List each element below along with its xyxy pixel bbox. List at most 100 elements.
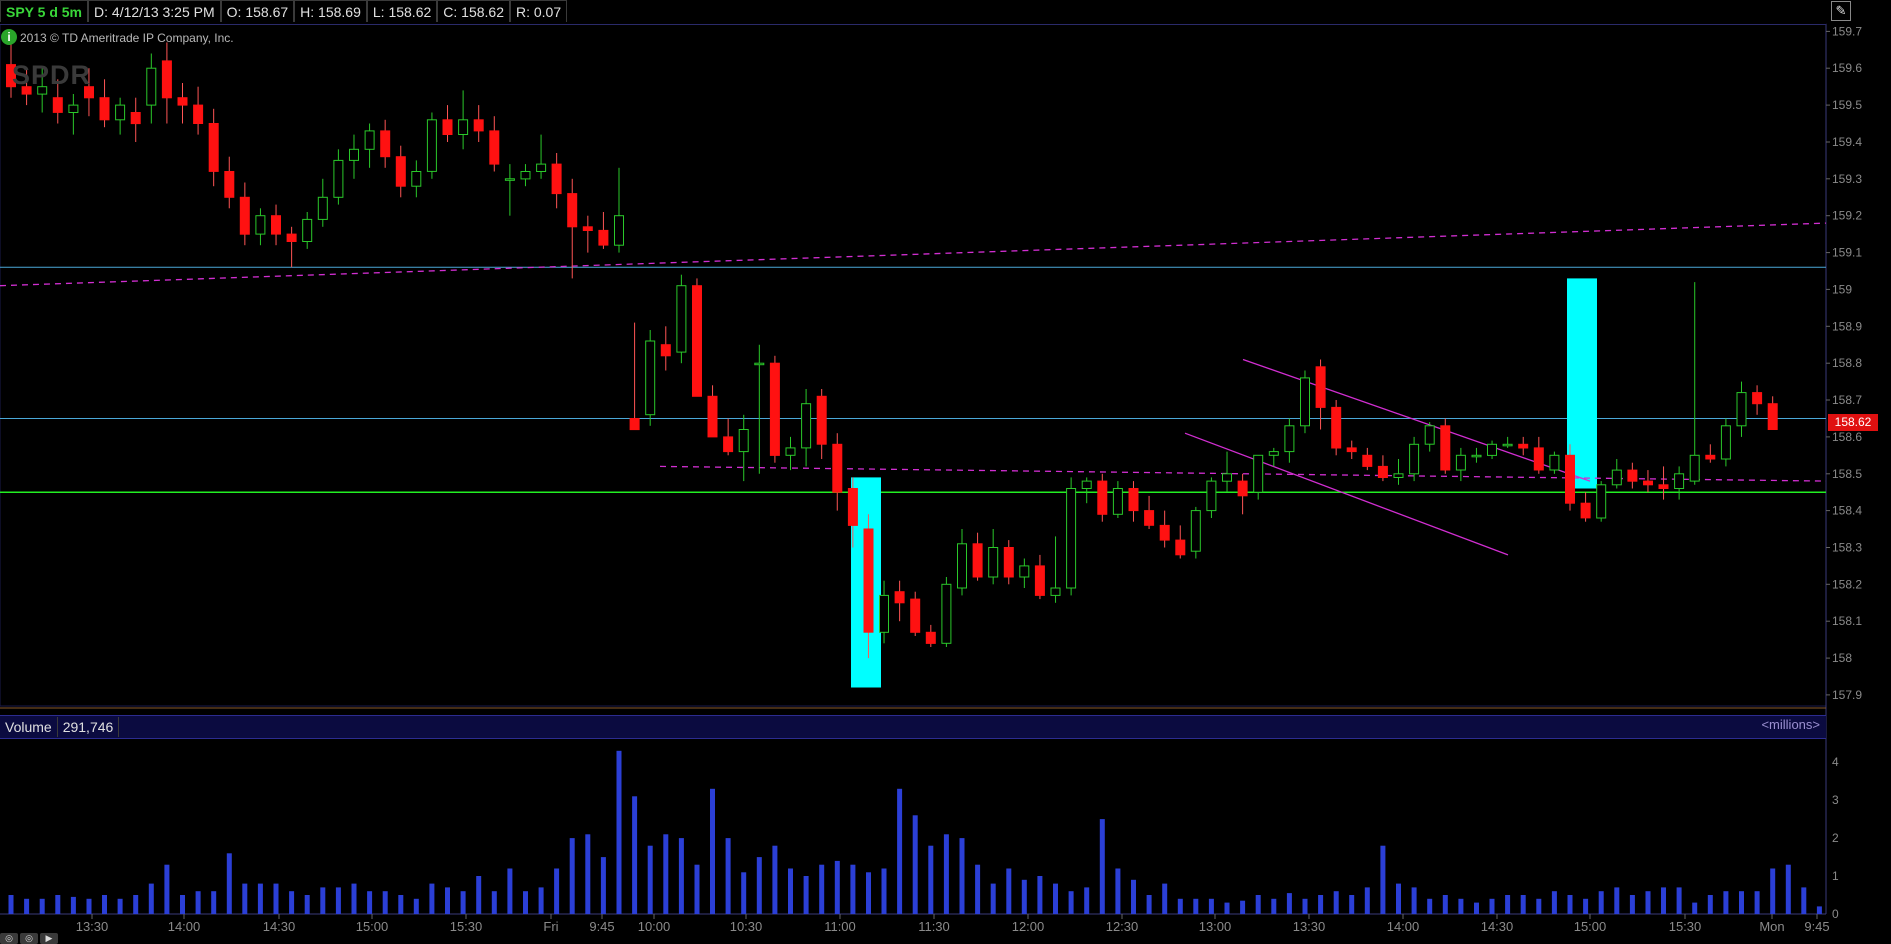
candle-body: [832, 443, 843, 493]
candle-body: [504, 178, 515, 181]
volume-bar: [554, 868, 560, 914]
candle-body: [1331, 406, 1342, 449]
candle-body: [146, 67, 157, 106]
volume-bar: [242, 883, 248, 914]
candle-body: [738, 429, 749, 453]
candle-body: [1268, 451, 1279, 456]
candle-body: [1237, 480, 1248, 497]
last-price-badge: 158.62: [1828, 414, 1878, 431]
volume-bar: [117, 898, 123, 914]
volume-bar: [1676, 887, 1682, 914]
volume-bar: [569, 838, 575, 914]
volume-bar: [756, 857, 762, 914]
volume-bar: [694, 864, 700, 914]
volume-bar: [226, 853, 232, 914]
candle-body: [1689, 454, 1700, 482]
candle-body: [925, 631, 936, 644]
volume-tick-label: 0: [1832, 907, 1839, 921]
zoom-out-icon[interactable]: ◎: [0, 933, 18, 944]
volume-bar: [959, 838, 965, 914]
volume-bar: [1053, 883, 1058, 914]
volume-bar: [413, 898, 419, 914]
candle-body: [489, 130, 500, 165]
price-header: SPY 5 d 5m D: 4/12/13 3:25 PM O: 158.67 …: [0, 0, 1826, 25]
volume-bar: [990, 883, 996, 914]
candle-body: [1159, 524, 1170, 541]
volume-bar: [866, 872, 871, 915]
info-icon[interactable]: i: [1, 29, 17, 45]
candle-body: [957, 543, 967, 589]
chart-background: [0, 0, 1891, 944]
candle-body: [1315, 366, 1326, 408]
candle-body: [1424, 425, 1435, 445]
volume-tick-label: 4: [1832, 755, 1839, 769]
zoom-in-icon[interactable]: ◎: [20, 933, 38, 944]
volume-bar: [1754, 891, 1760, 914]
volume-bar: [678, 838, 684, 914]
play-icon[interactable]: ▶: [40, 933, 58, 944]
candle-body: [1736, 392, 1747, 427]
candle-body: [1253, 454, 1264, 493]
volume-bar: [1084, 887, 1090, 914]
volume-bar: [351, 883, 357, 914]
volume-bar: [1598, 891, 1604, 914]
candle-body: [130, 112, 141, 125]
volume-bar: [445, 887, 450, 914]
volume-label: Volume: [0, 717, 58, 737]
price-volume-chart[interactable]: 159.7 159.6 159.5 159.4 159.3 159.2 159.1 159 15…: [0, 0, 1891, 944]
volume-bar: [8, 895, 14, 914]
high-label: H: 158.69: [294, 0, 367, 22]
volume-bar: [1629, 895, 1635, 914]
volume-bar: [148, 883, 154, 914]
volume-bar: [1037, 876, 1043, 914]
candle-body: [1362, 454, 1373, 467]
candle-body: [1658, 484, 1669, 489]
volume-bar: [819, 864, 825, 914]
volume-bar: [1801, 887, 1807, 914]
candle-body: [52, 97, 63, 113]
candle-body: [520, 171, 531, 180]
symbol-label[interactable]: SPY 5 d 5m: [0, 0, 89, 22]
candle-body: [660, 344, 671, 357]
candle-body: [411, 171, 422, 187]
candle-body: [1066, 488, 1077, 589]
candle-body: [1190, 510, 1201, 552]
volume-bar: [195, 891, 201, 914]
candle-body: [1034, 565, 1045, 596]
volume-bar: [1364, 887, 1370, 914]
candle-body: [1222, 473, 1232, 482]
volume-bar: [507, 868, 513, 914]
scroll-controls: ◎ ◎ ▶: [0, 933, 58, 944]
volume-bar: [1536, 898, 1542, 914]
candle-body: [364, 130, 375, 150]
volume-bar: [1208, 898, 1214, 914]
candle-body: [1440, 425, 1451, 471]
volume-bar: [1146, 895, 1152, 914]
candle-body: [1019, 565, 1030, 578]
volume-bar: [600, 857, 606, 914]
volume-bar: [164, 864, 170, 914]
candle-body: [333, 159, 344, 198]
volume-bar: [460, 891, 466, 914]
candle-body: [1565, 454, 1575, 504]
volume-bar: [850, 864, 856, 914]
volume-bar: [335, 887, 341, 914]
volume-bar: [741, 872, 747, 915]
candle-body: [161, 60, 172, 99]
candle-body: [769, 362, 780, 456]
volume-bar: [1302, 898, 1308, 914]
candle-body: [99, 97, 110, 121]
volume-bar: [616, 750, 622, 914]
volume-bar: [55, 895, 61, 914]
candle-body: [941, 583, 952, 644]
price-tick-label: 159.6: [1832, 61, 1862, 75]
volume-bar: [1427, 898, 1433, 914]
price-tick-label: 158.7: [1832, 393, 1862, 407]
volume-bar: [1551, 891, 1557, 914]
drawing-tool-icon[interactable]: ✎: [1831, 1, 1851, 21]
candle-body: [1487, 443, 1497, 456]
time-tick-label: 10:00: [638, 919, 671, 934]
candle-body: [582, 226, 593, 232]
time-tick-label: 15:30: [1669, 919, 1702, 934]
volume-bar: [1442, 895, 1448, 914]
